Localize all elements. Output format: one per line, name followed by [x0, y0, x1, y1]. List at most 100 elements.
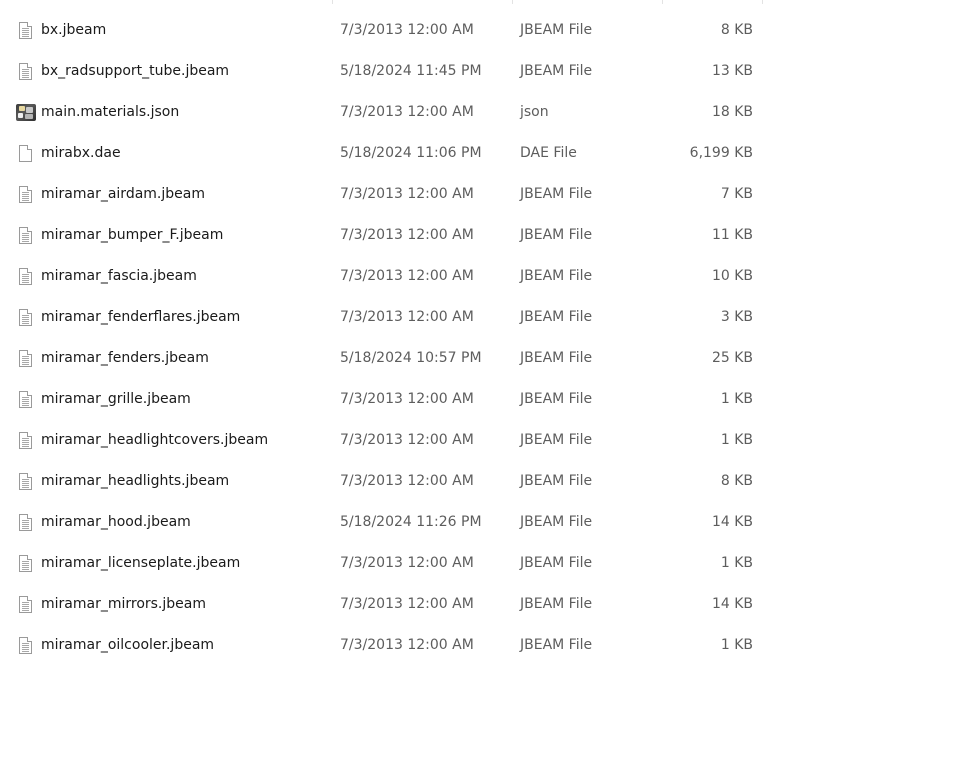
file-date-modified: 7/3/2013 12:00 AM	[340, 555, 474, 571]
column-divider[interactable]	[512, 0, 513, 4]
file-row[interactable]: miramar_headlightcovers.jbeam 7/3/2013 1…	[0, 420, 963, 461]
file-type: JBEAM File	[520, 473, 593, 489]
document-icon	[19, 391, 32, 408]
file-type: JBEAM File	[520, 309, 593, 325]
file-size: 25 KB	[711, 350, 753, 366]
file-icon-cell	[16, 133, 36, 174]
file-row[interactable]: miramar_mirrors.jbeam 7/3/2013 12:00 AM …	[0, 584, 963, 625]
file-type: JBEAM File	[520, 432, 593, 448]
file-type: JBEAM File	[520, 596, 593, 612]
file-name: miramar_bumper_F.jbeam	[41, 227, 224, 243]
document-icon	[19, 22, 32, 39]
file-name: main.materials.json	[41, 104, 180, 120]
column-divider[interactable]	[762, 0, 763, 4]
file-date-modified: 7/3/2013 12:00 AM	[340, 391, 474, 407]
file-type: JBEAM File	[520, 227, 593, 243]
file-name: miramar_oilcooler.jbeam	[41, 637, 215, 653]
file-name: miramar_fenders.jbeam	[41, 350, 209, 366]
file-size: 1 KB	[720, 637, 753, 653]
file-icon-cell	[16, 338, 36, 379]
file-row[interactable]: miramar_oilcooler.jbeam 7/3/2013 12:00 A…	[0, 625, 963, 666]
file-icon-cell	[16, 215, 36, 256]
document-icon	[19, 596, 32, 613]
document-icon	[19, 514, 32, 531]
file-type: JBEAM File	[520, 63, 593, 79]
file-row[interactable]: mirabx.dae 5/18/2024 11:06 PM DAE File 6…	[0, 133, 963, 174]
file-size: 1 KB	[720, 432, 753, 448]
file-row[interactable]: bx_radsupport_tube.jbeam 5/18/2024 11:45…	[0, 51, 963, 92]
file-date-modified: 5/18/2024 11:26 PM	[340, 514, 482, 530]
file-type: JBEAM File	[520, 637, 593, 653]
file-date-modified: 7/3/2013 12:00 AM	[340, 268, 474, 284]
file-icon-cell	[16, 51, 36, 92]
file-date-modified: 7/3/2013 12:00 AM	[340, 22, 474, 38]
file-size: 1 KB	[720, 391, 753, 407]
document-icon	[19, 637, 32, 654]
file-size: 8 KB	[720, 473, 753, 489]
file-row[interactable]: miramar_headlights.jbeam 7/3/2013 12:00 …	[0, 461, 963, 502]
file-size: 11 KB	[711, 227, 753, 243]
file-size: 6,199 KB	[689, 145, 753, 161]
file-date-modified: 7/3/2013 12:00 AM	[340, 473, 474, 489]
document-icon	[19, 555, 32, 572]
file-row[interactable]: miramar_fenders.jbeam 5/18/2024 10:57 PM…	[0, 338, 963, 379]
column-divider[interactable]	[662, 0, 663, 4]
file-type: JBEAM File	[520, 22, 593, 38]
file-name: mirabx.dae	[41, 145, 121, 161]
file-date-modified: 7/3/2013 12:00 AM	[340, 432, 474, 448]
blank-file-icon	[19, 145, 32, 162]
file-size: 13 KB	[711, 63, 753, 79]
file-row[interactable]: main.materials.json 7/3/2013 12:00 AM js…	[0, 92, 963, 133]
document-icon	[19, 350, 32, 367]
file-row[interactable]: miramar_grille.jbeam 7/3/2013 12:00 AM J…	[0, 379, 963, 420]
file-row[interactable]: bx.jbeam 7/3/2013 12:00 AM JBEAM File 8 …	[0, 10, 963, 51]
file-row[interactable]: miramar_fascia.jbeam 7/3/2013 12:00 AM J…	[0, 256, 963, 297]
file-icon-cell	[16, 584, 36, 625]
file-name: bx_radsupport_tube.jbeam	[41, 63, 230, 79]
file-size: 18 KB	[711, 104, 753, 120]
column-divider[interactable]	[332, 0, 333, 4]
file-icon-cell	[16, 10, 36, 51]
file-date-modified: 7/3/2013 12:00 AM	[340, 104, 474, 120]
document-icon	[19, 432, 32, 449]
file-name: miramar_airdam.jbeam	[41, 186, 205, 202]
file-name: miramar_headlightcovers.jbeam	[41, 432, 269, 448]
file-name: bx.jbeam	[41, 22, 107, 38]
file-type: DAE File	[520, 145, 577, 161]
file-size: 7 KB	[720, 186, 753, 202]
file-size: 1 KB	[720, 555, 753, 571]
file-name: miramar_headlights.jbeam	[41, 473, 230, 489]
file-date-modified: 5/18/2024 11:06 PM	[340, 145, 482, 161]
file-row[interactable]: miramar_licenseplate.jbeam 7/3/2013 12:0…	[0, 543, 963, 584]
file-icon-cell	[16, 502, 36, 543]
file-type: json	[520, 104, 549, 120]
file-row[interactable]: miramar_bumper_F.jbeam 7/3/2013 12:00 AM…	[0, 215, 963, 256]
file-row[interactable]: miramar_airdam.jbeam 7/3/2013 12:00 AM J…	[0, 174, 963, 215]
document-icon	[19, 473, 32, 490]
file-name: miramar_licenseplate.jbeam	[41, 555, 241, 571]
file-name: miramar_grille.jbeam	[41, 391, 191, 407]
document-icon	[19, 309, 32, 326]
file-size: 8 KB	[720, 22, 753, 38]
file-name: miramar_fascia.jbeam	[41, 268, 197, 284]
file-row[interactable]: miramar_fenderflares.jbeam 7/3/2013 12:0…	[0, 297, 963, 338]
document-icon	[19, 186, 32, 203]
file-type: JBEAM File	[520, 268, 593, 284]
file-name: miramar_fenderflares.jbeam	[41, 309, 241, 325]
file-type: JBEAM File	[520, 350, 593, 366]
file-icon-cell	[16, 420, 36, 461]
document-icon	[19, 63, 32, 80]
file-name: miramar_mirrors.jbeam	[41, 596, 206, 612]
file-date-modified: 7/3/2013 12:00 AM	[340, 309, 474, 325]
file-icon-cell	[16, 379, 36, 420]
file-icon-cell	[16, 543, 36, 584]
file-icon-cell	[16, 461, 36, 502]
file-icon-cell	[16, 625, 36, 666]
file-size: 10 KB	[711, 268, 753, 284]
file-icon-cell	[16, 174, 36, 215]
file-name: miramar_hood.jbeam	[41, 514, 191, 530]
file-row[interactable]: miramar_hood.jbeam 5/18/2024 11:26 PM JB…	[0, 502, 963, 543]
document-icon	[19, 227, 32, 244]
file-date-modified: 7/3/2013 12:00 AM	[340, 637, 474, 653]
file-date-modified: 7/3/2013 12:00 AM	[340, 186, 474, 202]
